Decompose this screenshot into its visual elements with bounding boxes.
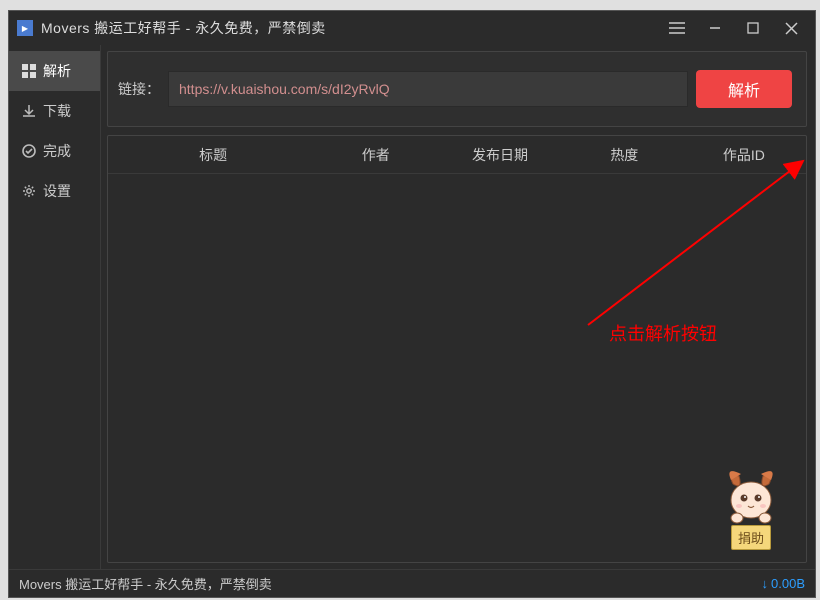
window-controls	[667, 18, 807, 38]
titlebar: Movers 搬运工好帮手 - 永久免费，严禁倒卖	[9, 11, 815, 45]
table-header: 标题 作者 发布日期 热度 作品ID	[108, 136, 806, 174]
results-table: 标题 作者 发布日期 热度 作品ID	[107, 135, 807, 563]
sidebar-item-download[interactable]: 下载	[9, 91, 100, 131]
grid-icon	[21, 63, 37, 79]
menu-icon[interactable]	[667, 18, 687, 38]
sidebar: 解析 下载 完成 设置	[9, 45, 101, 569]
gear-icon	[21, 183, 37, 199]
statusbar: Movers 搬运工好帮手 - 永久免费，严禁倒卖 ↓0.00B	[9, 569, 815, 597]
parse-button[interactable]: 解析	[696, 70, 792, 108]
sidebar-item-label: 设置	[43, 181, 71, 201]
mascot-icon	[719, 466, 783, 526]
close-icon[interactable]	[781, 18, 801, 38]
content-area: 链接： 解析 标题 作者 发布日期 热度 作品ID	[101, 45, 815, 569]
app-window: Movers 搬运工好帮手 - 永久免费，严禁倒卖 解析	[8, 10, 816, 598]
check-icon	[21, 143, 37, 159]
sidebar-item-parse[interactable]: 解析	[9, 51, 100, 91]
window-title: Movers 搬运工好帮手 - 永久免费，严禁倒卖	[41, 18, 667, 38]
col-author: 作者	[318, 145, 433, 165]
col-heat: 热度	[567, 145, 682, 165]
minimize-icon[interactable]	[705, 18, 725, 38]
link-panel: 链接： 解析	[107, 51, 807, 127]
col-title: 标题	[108, 145, 318, 165]
sidebar-item-label: 解析	[43, 61, 71, 81]
body-area: 解析 下载 完成 设置 链	[9, 45, 815, 569]
download-icon	[21, 103, 37, 119]
donate-mascot[interactable]: 捐助	[714, 466, 788, 550]
down-arrow-icon: ↓	[762, 576, 769, 591]
link-label: 链接：	[118, 79, 160, 99]
sidebar-item-label: 下载	[43, 101, 71, 121]
download-speed: ↓0.00B	[762, 576, 805, 591]
link-input[interactable]	[168, 71, 688, 107]
app-icon	[17, 20, 33, 36]
maximize-icon[interactable]	[743, 18, 763, 38]
sidebar-item-settings[interactable]: 设置	[9, 171, 100, 211]
col-id: 作品ID	[682, 145, 806, 165]
status-text: Movers 搬运工好帮手 - 永久免费，严禁倒卖	[19, 574, 272, 593]
col-date: 发布日期	[433, 145, 567, 165]
donate-label: 捐助	[731, 525, 771, 550]
sidebar-item-complete[interactable]: 完成	[9, 131, 100, 171]
sidebar-item-label: 完成	[43, 141, 71, 161]
